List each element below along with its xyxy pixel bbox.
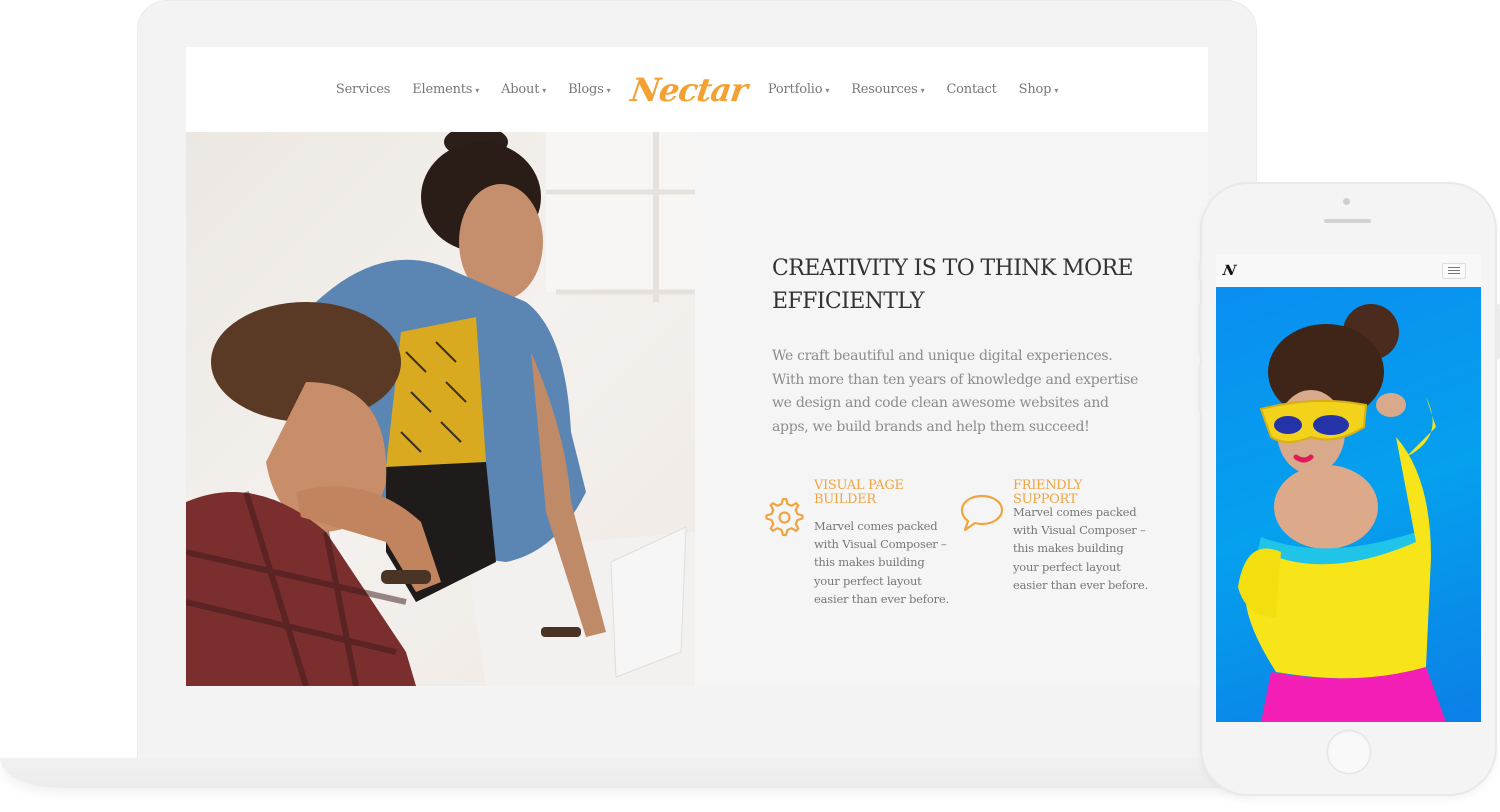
nav-label: Portfolio bbox=[767, 82, 823, 97]
hamburger-icon-line bbox=[1448, 267, 1460, 268]
nav-item-resources[interactable]: Resources ▾ bbox=[840, 82, 935, 97]
hamburger-menu-button[interactable] bbox=[1442, 262, 1466, 279]
nav-item-shop[interactable]: Shop ▾ bbox=[1008, 82, 1069, 97]
mobile-hero-photo bbox=[1216, 287, 1481, 722]
phone-frame: N bbox=[1198, 184, 1500, 794]
nav-label: Blogs bbox=[568, 82, 604, 97]
nav-label: Contact bbox=[946, 82, 997, 97]
home-button[interactable] bbox=[1328, 731, 1370, 773]
chevron-down-icon: ▾ bbox=[475, 86, 480, 95]
hero-headline: CREATIVITY IS TO THINK MORE EFFICIENTLY bbox=[772, 252, 1152, 318]
hero-photo-illustration bbox=[186, 132, 695, 686]
mobile-header: N bbox=[1216, 254, 1481, 287]
nav-label: Services bbox=[335, 82, 391, 97]
hamburger-icon-line bbox=[1448, 270, 1460, 271]
phone-volume-up bbox=[1198, 304, 1202, 354]
hero-intro: We craft beautiful and unique digital ex… bbox=[772, 348, 1139, 435]
laptop-base bbox=[0, 758, 1260, 788]
chevron-down-icon: ▾ bbox=[1054, 86, 1059, 95]
chevron-down-icon: ▾ bbox=[920, 86, 925, 95]
nav-item-blogs[interactable]: Blogs ▾ bbox=[557, 82, 621, 97]
mobile-photo-illustration bbox=[1238, 304, 1446, 722]
chevron-down-icon: ▾ bbox=[542, 86, 547, 95]
front-camera-icon bbox=[1343, 198, 1350, 205]
nav-item-contact[interactable]: Contact bbox=[935, 82, 1007, 97]
headline-line: EFFICIENTLY bbox=[772, 289, 925, 314]
chevron-down-icon: ▾ bbox=[606, 86, 611, 95]
nav-item-portfolio[interactable]: Portfolio ▾ bbox=[757, 82, 840, 97]
feature-title-line: BUILDER bbox=[814, 492, 876, 507]
nav-label: Elements bbox=[412, 82, 473, 97]
hero-content: CREATIVITY IS TO THINK MORE EFFICIENTLY … bbox=[772, 252, 1152, 439]
phone-power-button bbox=[1496, 304, 1500, 359]
speech-bubble-icon bbox=[959, 493, 1005, 537]
hamburger-icon-line bbox=[1448, 273, 1460, 274]
nav-item-about[interactable]: About ▾ bbox=[490, 82, 557, 97]
mobile-site-screen: N bbox=[1216, 254, 1481, 722]
site-header: Services Elements ▾ About ▾ Blogs ▾ Nect… bbox=[186, 47, 1208, 132]
main-nav: Services Elements ▾ About ▾ Blogs ▾ Nect… bbox=[325, 71, 1069, 109]
phone-volume-down bbox=[1198, 364, 1202, 414]
feature-text: Marvel comes packed with Visual Composer… bbox=[814, 519, 949, 606]
phone-mute-switch bbox=[1198, 262, 1202, 280]
chevron-down-icon: ▾ bbox=[825, 86, 830, 95]
site-logo[interactable]: Nectar bbox=[619, 71, 760, 109]
nav-item-services[interactable]: Services bbox=[325, 82, 401, 97]
feature-text: Marvel comes packed with Visual Composer… bbox=[1013, 505, 1148, 592]
hero-photo bbox=[186, 132, 695, 686]
feature-title: VISUAL PAGE BUILDER bbox=[814, 479, 944, 507]
feature-title-line: VISUAL PAGE bbox=[814, 478, 904, 493]
mobile-logo[interactable]: N bbox=[1222, 263, 1238, 279]
desktop-site-screen: Services Elements ▾ About ▾ Blogs ▾ Nect… bbox=[186, 47, 1208, 687]
headline-line: CREATIVITY IS TO THINK MORE bbox=[772, 256, 1134, 281]
nav-label: Resources bbox=[851, 82, 918, 97]
nav-label: About bbox=[501, 82, 540, 97]
nav-label: Shop bbox=[1018, 82, 1052, 97]
nav-item-elements[interactable]: Elements ▾ bbox=[401, 82, 490, 97]
phone-speaker bbox=[1324, 219, 1371, 223]
gear-icon bbox=[760, 495, 806, 545]
